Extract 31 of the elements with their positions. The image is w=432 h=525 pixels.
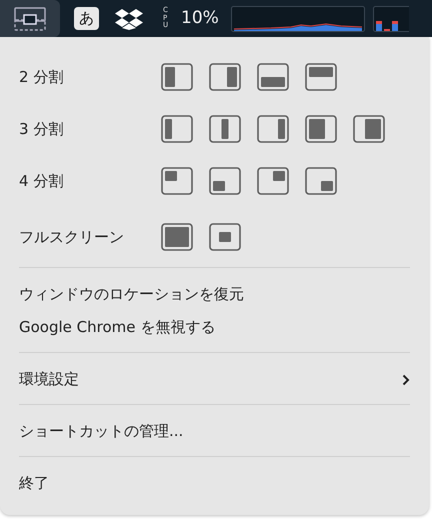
menu-item[interactable]: 環境設定 [19,363,410,396]
bottom-right-quarter-icon[interactable] [304,166,338,196]
layout-label: 2 分割 [19,66,64,88]
maximize-icon[interactable] [160,222,194,252]
top-half-icon[interactable] [304,62,338,92]
bottom-half-icon[interactable] [256,62,290,92]
center-window-icon[interactable] [208,222,242,252]
menu-item[interactable]: ショートカットの管理... [19,415,410,448]
window-layout-button[interactable] [0,0,60,37]
top-right-quarter-icon[interactable] [256,166,290,196]
left-two-thirds-icon[interactable] [304,114,338,144]
box-icon[interactable] [115,8,143,30]
left-half-icon[interactable] [160,62,194,92]
top-left-quarter-icon[interactable] [160,166,194,196]
menu-item[interactable]: Google Chrome を無視する [19,311,410,344]
chevron-right-icon [402,374,410,386]
layout-label: フルスクリーン [19,226,125,248]
menu-item[interactable]: ウィンドウのロケーションを復元 [19,278,410,311]
layout-label: 3 分割 [19,118,64,140]
right-half-icon[interactable] [208,62,242,92]
center-third-icon[interactable] [208,114,242,144]
left-third-icon[interactable] [160,114,194,144]
right-third-icon[interactable] [256,114,290,144]
layout-label: 4 分割 [19,170,64,192]
window-layout-icon [13,6,47,32]
memory-graph [372,6,409,32]
right-two-thirds-icon[interactable] [352,114,386,144]
cpu-reading: 10% [181,6,219,30]
input-method-indicator[interactable]: あ [74,7,99,30]
menu-item[interactable]: 終了 [19,467,410,500]
bottom-left-quarter-icon[interactable] [208,166,242,196]
